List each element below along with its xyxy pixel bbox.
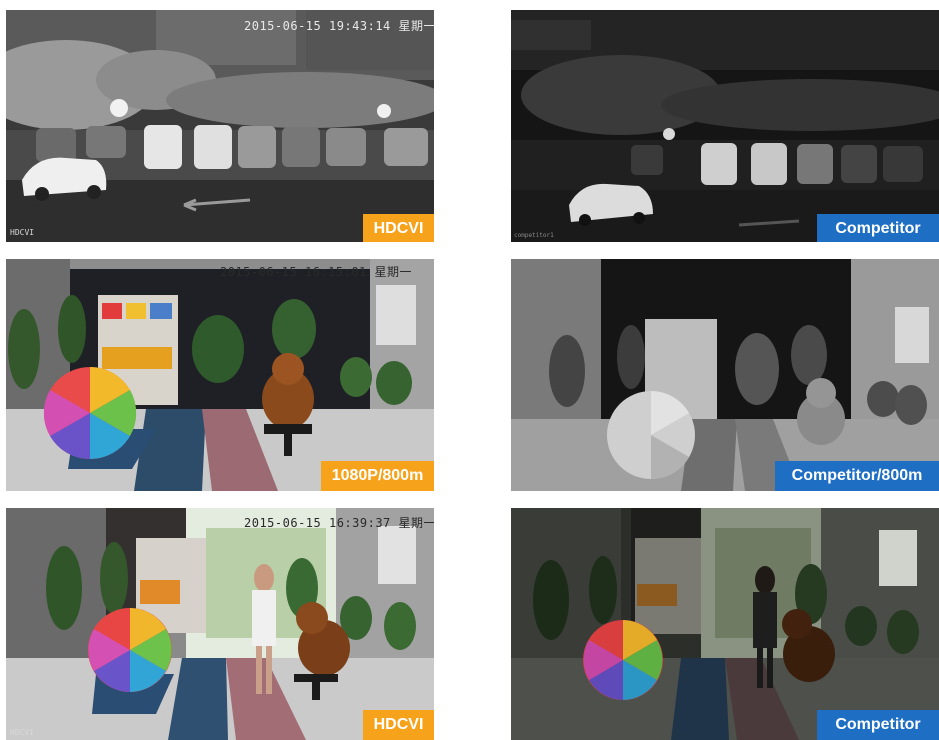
camera-watermark: HDCVI (10, 728, 35, 737)
competitor-badge: Competitor/800m (775, 461, 939, 491)
room-scene-gray (511, 259, 939, 491)
hdcvi-badge: HDCVI (363, 710, 434, 740)
hdcvi-room-color-image: 2015-06-15 16:15:01 星期一 1080P/800m (6, 259, 434, 491)
resolution-badge: 1080P/800m (321, 461, 434, 491)
timestamp: 2015-06-15 16:15:01 星期一 (220, 265, 412, 279)
backlit-room-scene-dark (511, 508, 939, 740)
competitor-backlit-room-image: Competitor (511, 508, 939, 740)
timestamp: 2015-06-15 19:43:14 星期一 (244, 19, 434, 33)
backlit-room-scene (6, 508, 434, 740)
hdcvi-night-parking-image: 2015-06-15 19:43:14 星期一 HDCVI HDCVI (6, 10, 434, 242)
hdcvi-backlit-room-image: 2015-06-15 16:39:37 星期一 HDCVI HDCVI (6, 508, 434, 740)
camera-watermark: HDCVI (10, 228, 35, 237)
night-parking-scene (6, 10, 434, 242)
competitor-badge: Competitor (817, 710, 939, 740)
competitor-badge: Competitor (817, 214, 939, 242)
hdcvi-badge: HDCVI (363, 214, 434, 242)
night-parking-scene-dark (511, 10, 939, 242)
competitor-room-gray-image: Competitor/800m (511, 259, 939, 491)
camera-watermark: competitor1 (514, 232, 554, 239)
room-scene-color (6, 259, 434, 491)
competitor-night-parking-image: competitor1 Competitor (511, 10, 939, 242)
timestamp: 2015-06-15 16:39:37 星期一 (244, 516, 434, 530)
